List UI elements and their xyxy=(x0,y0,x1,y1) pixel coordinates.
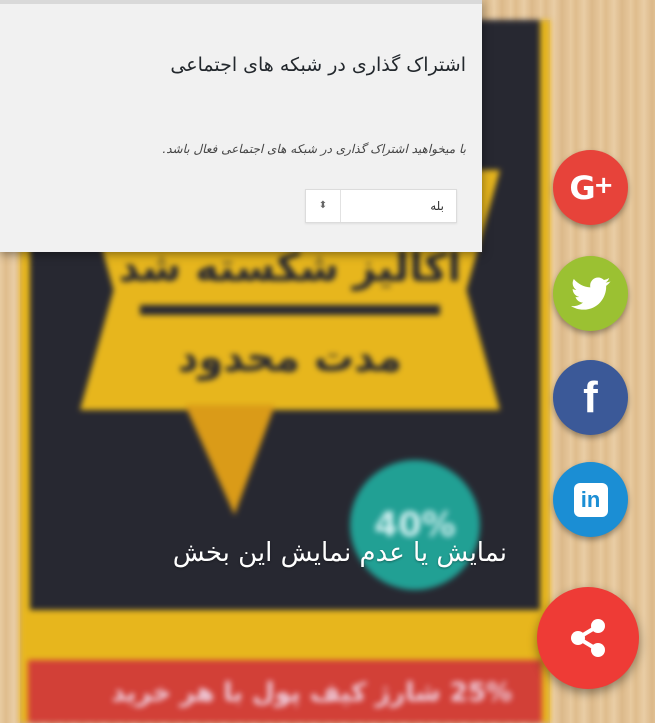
select-value: بله xyxy=(430,199,444,213)
panel-title: اشتراک گذاری در شبکه های اجتماعی xyxy=(170,54,466,76)
facebook-icon: f xyxy=(583,372,598,422)
select-updown-icon: ⬍ xyxy=(306,190,341,222)
twitter-button[interactable] xyxy=(553,256,628,331)
google-plus-icon: G+ xyxy=(569,168,613,207)
share-icon xyxy=(571,619,605,657)
panel-description: با میخواهید اشتراک گذاری در شبکه های اجت… xyxy=(162,142,466,156)
linkedin-icon: in xyxy=(573,482,608,517)
enable-share-select[interactable]: ⬍ بله xyxy=(305,189,457,223)
share-toggle-button[interactable] xyxy=(537,587,639,689)
twitter-icon xyxy=(570,277,610,310)
linkedin-button[interactable]: in xyxy=(553,462,628,537)
social-share-settings-panel: اشتراک گذاری در شبکه های اجتماعی با میخو… xyxy=(0,0,482,252)
google-plus-button[interactable]: G+ xyxy=(553,150,628,225)
facebook-button[interactable]: f xyxy=(553,360,628,435)
show-hide-section-label: نمایش یا عدم نمایش این بخش xyxy=(172,538,507,568)
